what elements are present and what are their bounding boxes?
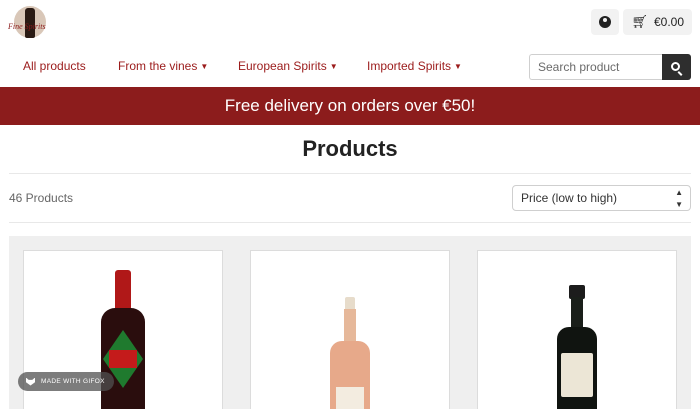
main-nav: All products From the vines ▼ European Sp…	[0, 52, 700, 82]
nav-item-from-the-vines[interactable]: From the vines ▼	[118, 59, 208, 73]
user-circle-icon	[599, 16, 612, 28]
nav-item-all-products[interactable]: All products	[23, 59, 86, 73]
store-logo[interactable]: Fine Spirits	[8, 6, 62, 40]
search-button[interactable]	[662, 54, 691, 80]
product-image-dark-bottle	[556, 285, 598, 409]
header-actions: 🛒︎ €0.00	[591, 9, 692, 35]
sort-select[interactable]: Price (low to high) ▲ ▼	[512, 185, 691, 211]
select-arrows-icon: ▲ ▼	[675, 188, 683, 209]
product-card[interactable]	[477, 250, 677, 409]
product-image-liqueur-bottle	[328, 297, 372, 409]
nav-item-imported-spirits[interactable]: Imported Spirits ▼	[367, 59, 462, 73]
divider	[9, 222, 691, 223]
top-header: Fine Spirits 🛒︎ €0.00	[0, 0, 700, 48]
chevron-down-icon: ▼	[200, 62, 209, 71]
product-count: 46 Products	[9, 191, 74, 205]
search-icon	[671, 61, 680, 71]
nav-item-label: European Spirits	[238, 59, 327, 73]
fox-logo-icon	[26, 377, 35, 386]
gifox-label: MADE WITH GIFOX	[41, 378, 105, 385]
logo-text: Fine Spirits	[8, 22, 46, 31]
page-title: Products	[302, 136, 398, 161]
sort-selected-value: Price (low to high)	[521, 191, 618, 205]
account-button[interactable]	[591, 9, 620, 35]
product-card[interactable]	[250, 250, 450, 409]
cart-button[interactable]: 🛒︎ €0.00	[623, 9, 692, 35]
divider	[9, 173, 691, 174]
nav-item-label: Imported Spirits	[367, 59, 452, 73]
chevron-down-icon: ▼	[329, 62, 338, 71]
nav-item-label: From the vines	[118, 59, 198, 73]
chevron-down-icon: ▼	[454, 62, 462, 71]
search-bar	[529, 54, 691, 80]
promo-banner: Free delivery on orders over €50!	[0, 87, 700, 125]
nav-item-label: All products	[23, 59, 86, 73]
search-input[interactable]	[529, 54, 662, 80]
cart-total: €0.00	[653, 15, 684, 29]
nav-item-european-spirits[interactable]: European Spirits ▼	[238, 59, 338, 73]
gifox-watermark: MADE WITH GIFOX	[18, 372, 114, 391]
shopping-cart-icon: 🛒︎	[631, 14, 648, 29]
